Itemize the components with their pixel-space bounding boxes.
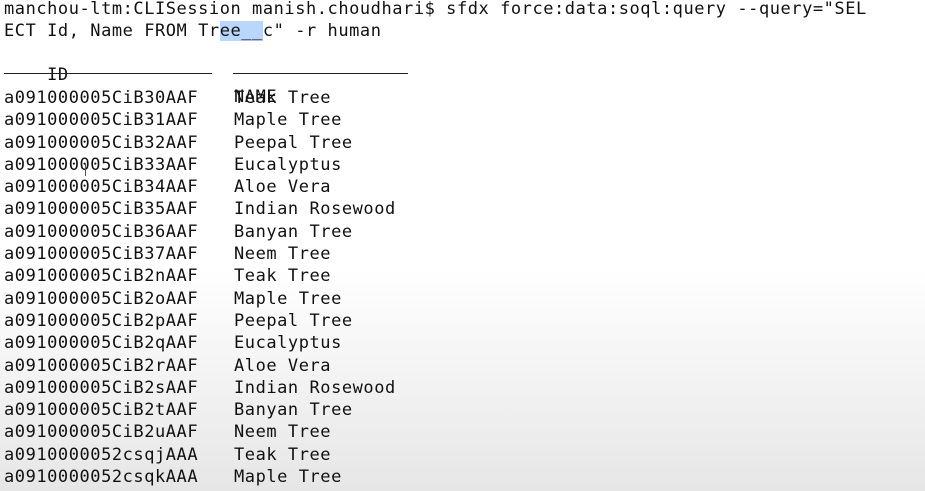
command-text-1: manchou-ltm:CLISession manish.choudhari$… (4, 0, 867, 19)
record-id: a091000005CiB2rAAF (4, 355, 199, 376)
record-name: Maple Tree (234, 288, 342, 309)
record-name: Banyan Tree (234, 221, 353, 242)
record-id: a091000005CiB31AAF (4, 110, 199, 131)
record-name: Maple Tree (234, 110, 342, 131)
header-divider-id (4, 73, 212, 74)
column-header-id: ID (47, 65, 69, 85)
record-name: Peepal Tree (234, 310, 353, 331)
record-id: a091000005CiB2qAAF (4, 333, 199, 354)
record-id: a091000005CiB32AAF (4, 132, 199, 153)
record-id: a091000005CiB33AAF (4, 154, 199, 175)
terminal-window[interactable]: manchou-ltm:CLISession manish.choudhari$… (0, 0, 925, 491)
record-name: Indian Rosewood (234, 199, 396, 220)
record-name: Teak Tree (234, 88, 332, 108)
header-divider-name (233, 73, 408, 74)
record-id: a091000005CiB36AAF (4, 221, 199, 242)
record-id: a091000005CiB30AAF (4, 88, 199, 108)
record-id: a0910000052csqkAAA (4, 467, 199, 488)
record-name: Aloe Vera (234, 177, 332, 198)
command-text-2a: ECT Id, Name FROM Tr (4, 21, 220, 41)
record-name: Neem Tree (234, 422, 332, 443)
record-id: a091000005CiB2oAAF (4, 288, 199, 309)
record-name: Aloe Vera (234, 355, 332, 376)
record-name: Banyan Tree (234, 400, 353, 421)
record-id: a0910000052csqjAAA (4, 444, 199, 465)
command-line-1: manchou-ltm:CLISession manish.choudhari$… (4, 0, 867, 20)
record-id: a091000005CiB34AAF (4, 177, 199, 198)
record-name: Neem Tree (234, 244, 332, 265)
record-id: a091000005CiB2sAAF (4, 377, 199, 398)
record-id: a091000005CiB35AAF (4, 199, 199, 220)
text-cursor-icon (85, 164, 86, 176)
record-id: a091000005CiB2tAAF (4, 400, 199, 421)
record-name: Teak Tree (234, 266, 332, 287)
record-id: a091000005CiB2pAAF (4, 310, 199, 331)
record-name: Eucalyptus (234, 154, 342, 175)
command-text-2b: c" -r human (262, 21, 382, 41)
record-name: Teak Tree (234, 444, 332, 465)
record-id: a091000005CiB2uAAF (4, 422, 199, 443)
record-name: Indian Rosewood (234, 377, 396, 398)
record-name: Peepal Tree (234, 132, 353, 153)
record-id: a091000005CiB37AAF (4, 244, 199, 265)
record-name: Eucalyptus (234, 333, 342, 354)
record-name: Maple Tree (234, 467, 342, 488)
record-id: a091000005CiB2nAAF (4, 266, 199, 287)
selected-text[interactable]: ee__ (219, 21, 263, 41)
command-line-2: ECT Id, Name FROM Tree__c" -r human (4, 20, 381, 42)
